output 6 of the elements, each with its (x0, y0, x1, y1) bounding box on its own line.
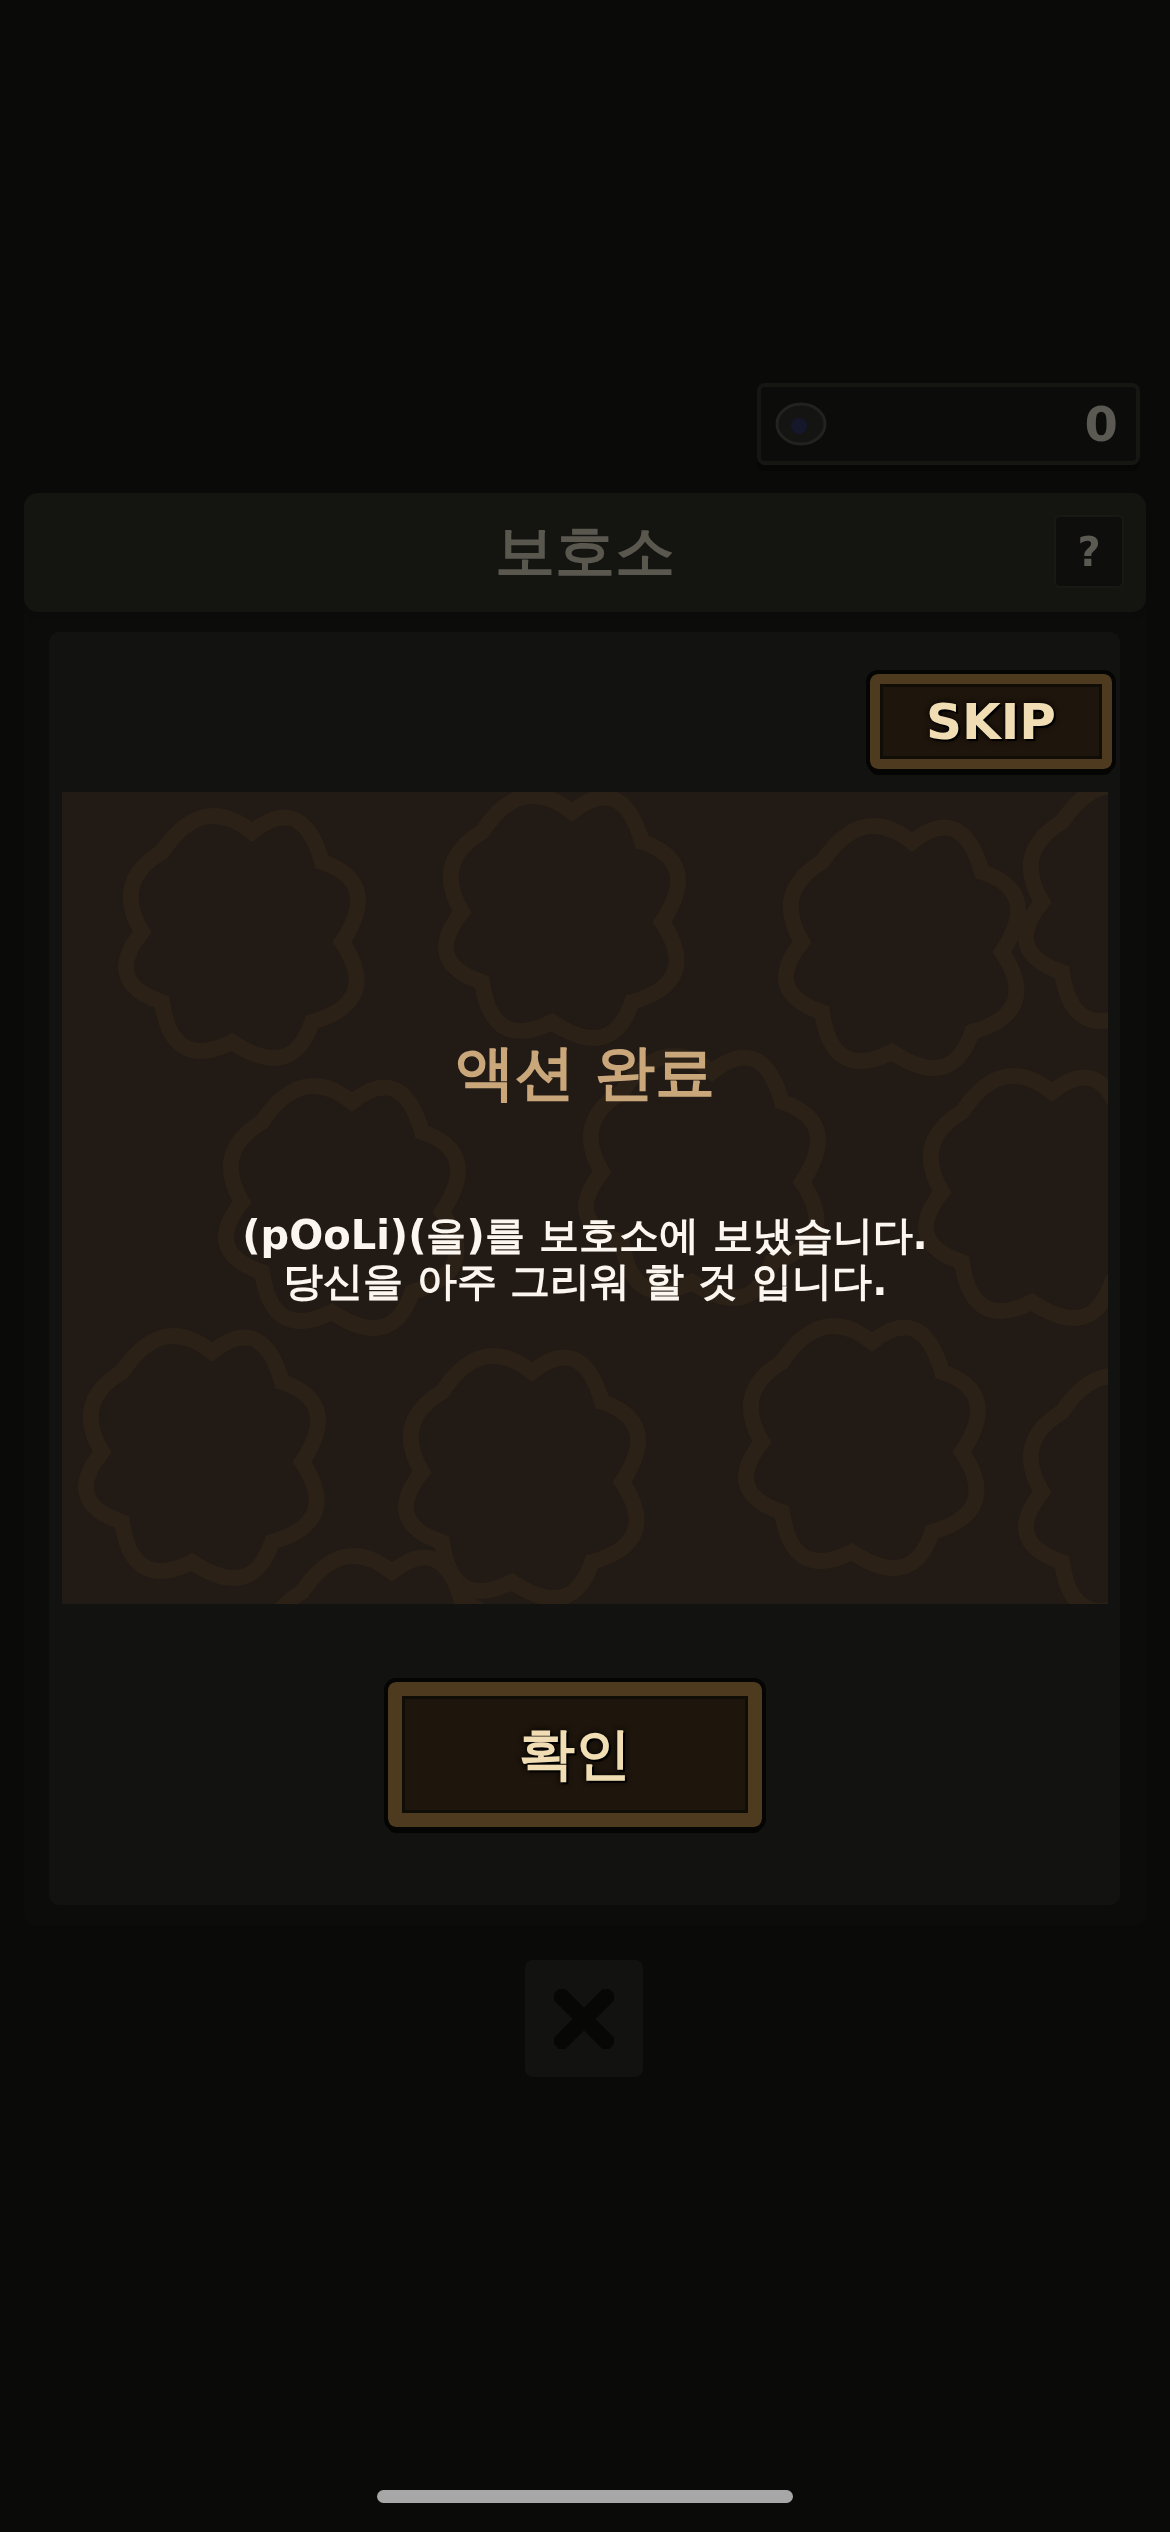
currency-amount: 0 (1084, 396, 1118, 452)
dialog-title: 액션 완료 (454, 1042, 716, 1102)
home-indicator[interactable] (377, 2490, 793, 2503)
dialog-message: (pOoLi)(을)를 보호소에 보냈습니다. 당신을 아주 그리워 할 것 입니다. (242, 1212, 928, 1304)
screen-title: 보호소 (495, 515, 675, 588)
coin-icon (775, 401, 827, 447)
